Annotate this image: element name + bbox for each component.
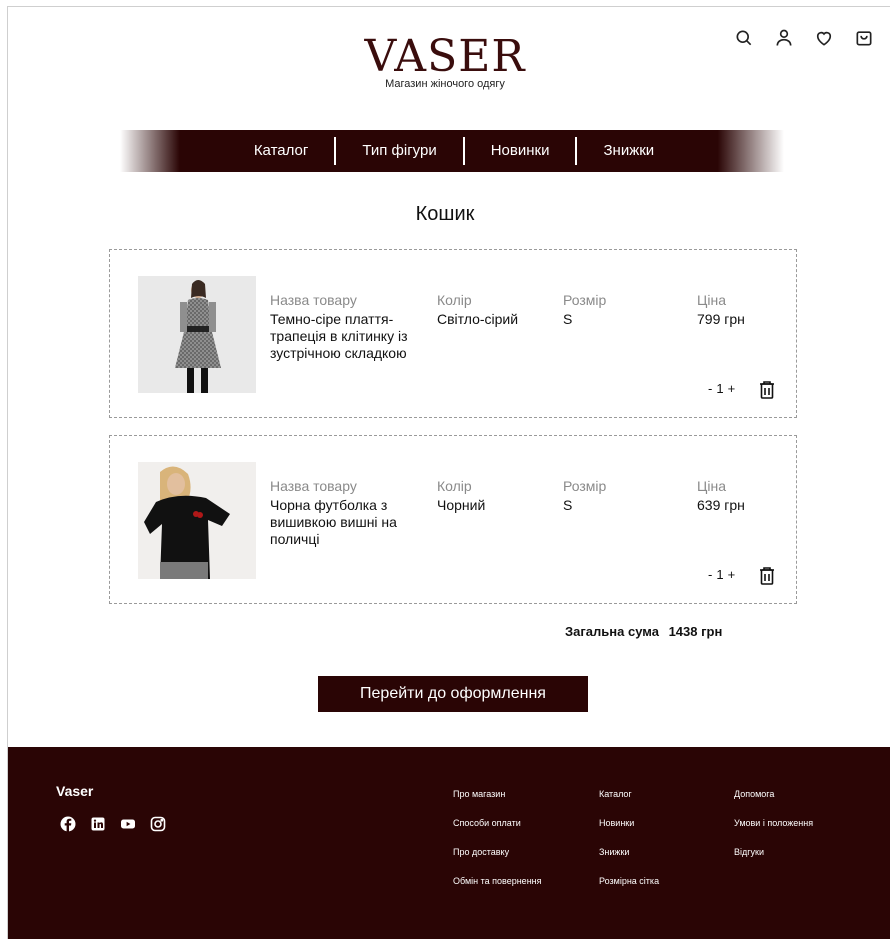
color-label: Колір xyxy=(437,478,472,494)
brand-subtitle: Магазин жіночого одягу xyxy=(385,78,505,90)
cart-item: Назва товару Темно-сіре плаття-трапеція … xyxy=(109,249,797,418)
user-icon[interactable] xyxy=(772,26,796,50)
search-icon[interactable] xyxy=(732,26,756,50)
footer-link-terms[interactable]: Умови і положення xyxy=(734,809,813,838)
footer-link-sale[interactable]: Знижки xyxy=(599,838,659,867)
footer-link-delivery[interactable]: Про доставку xyxy=(453,838,542,867)
size-label: Розмір xyxy=(563,478,607,494)
linkedin-icon[interactable] xyxy=(90,816,106,832)
nav-item-catalog[interactable]: Каталог xyxy=(224,139,335,163)
quantity-stepper: - 1 + xyxy=(708,567,735,582)
price-label: Ціна xyxy=(697,292,726,308)
product-image[interactable] xyxy=(138,462,256,579)
product-name[interactable]: Чорна футболка з вишивкою вишні на полич… xyxy=(270,497,420,548)
footer-link-help[interactable]: Допомога xyxy=(734,780,813,809)
total-label: Загальна сума xyxy=(565,624,659,639)
product-name-column: Назва товару Чорна футболка з вишивкою в… xyxy=(270,477,420,548)
facebook-icon[interactable] xyxy=(60,816,76,832)
main-nav: Каталог Тип фігури Новинки Знижки xyxy=(120,130,784,172)
quantity-value: 1 xyxy=(716,567,724,582)
footer: Vaser Про магазин Способи оплати Про дос… xyxy=(8,747,890,939)
increase-button[interactable]: + xyxy=(728,381,736,396)
price-label: Ціна xyxy=(697,478,726,494)
footer-column-shop: Каталог Новинки Знижки Розмірна сітка xyxy=(599,780,659,896)
product-image[interactable] xyxy=(138,276,256,393)
footer-column-help: Допомога Умови і положення Відгуки xyxy=(734,780,813,867)
price-column: Ціна 799 грн xyxy=(697,291,745,328)
product-size: S xyxy=(563,311,573,327)
checkout-button[interactable]: Перейти до оформлення xyxy=(318,676,588,712)
quantity-value: 1 xyxy=(716,381,724,396)
color-label: Колір xyxy=(437,292,472,308)
nav-item-figure-type[interactable]: Тип фігури xyxy=(336,139,462,163)
footer-link-new[interactable]: Новинки xyxy=(599,809,659,838)
product-price: 639 грн xyxy=(697,497,745,513)
decrease-button[interactable]: - xyxy=(708,567,712,582)
footer-link-payment[interactable]: Способи оплати xyxy=(453,809,542,838)
name-label: Назва товару xyxy=(270,292,357,308)
trash-icon[interactable] xyxy=(758,566,776,586)
size-label: Розмір xyxy=(563,292,607,308)
decrease-button[interactable]: - xyxy=(708,381,712,396)
size-column: Розмір S xyxy=(563,477,606,514)
product-price: 799 грн xyxy=(697,311,745,327)
cart-icon[interactable] xyxy=(852,26,876,50)
footer-brand: Vaser xyxy=(56,783,94,799)
instagram-icon[interactable] xyxy=(150,816,166,832)
cart-total: Загальна сума 1438 грн xyxy=(565,624,722,639)
social-links xyxy=(60,816,166,832)
price-column: Ціна 639 грн xyxy=(697,477,745,514)
total-amount: 1438 грн xyxy=(668,624,723,639)
footer-link-reviews[interactable]: Відгуки xyxy=(734,838,813,867)
youtube-icon[interactable] xyxy=(120,816,136,832)
name-label: Назва товару xyxy=(270,478,357,494)
footer-link-size-chart[interactable]: Розмірна сітка xyxy=(599,867,659,896)
footer-link-catalog[interactable]: Каталог xyxy=(599,780,659,809)
nav-item-new[interactable]: Новинки xyxy=(465,139,576,163)
trash-icon[interactable] xyxy=(758,380,776,400)
quantity-stepper: - 1 + xyxy=(708,381,735,396)
product-name-column: Назва товару Темно-сіре плаття-трапеція … xyxy=(270,291,420,362)
color-column: Колір Світло-сірий xyxy=(437,291,518,328)
page-title: Кошик xyxy=(415,203,475,225)
footer-link-returns[interactable]: Обмін та повернення xyxy=(453,867,542,896)
product-color: Чорний xyxy=(437,497,486,513)
nav-item-sale[interactable]: Знижки xyxy=(577,139,680,163)
product-size: S xyxy=(563,497,573,513)
product-name[interactable]: Темно-сіре плаття-трапеція в клітинку із… xyxy=(270,311,420,362)
size-column: Розмір S xyxy=(563,291,606,328)
product-color: Світло-сірий xyxy=(437,311,519,327)
footer-link-about[interactable]: Про магазин xyxy=(453,780,542,809)
color-column: Колір Чорний xyxy=(437,477,485,514)
increase-button[interactable]: + xyxy=(728,567,736,582)
cart-item: Назва товару Чорна футболка з вишивкою в… xyxy=(109,435,797,604)
header-icons xyxy=(732,26,876,50)
heart-icon[interactable] xyxy=(812,26,836,50)
footer-column-info: Про магазин Способи оплати Про доставку … xyxy=(453,780,542,896)
